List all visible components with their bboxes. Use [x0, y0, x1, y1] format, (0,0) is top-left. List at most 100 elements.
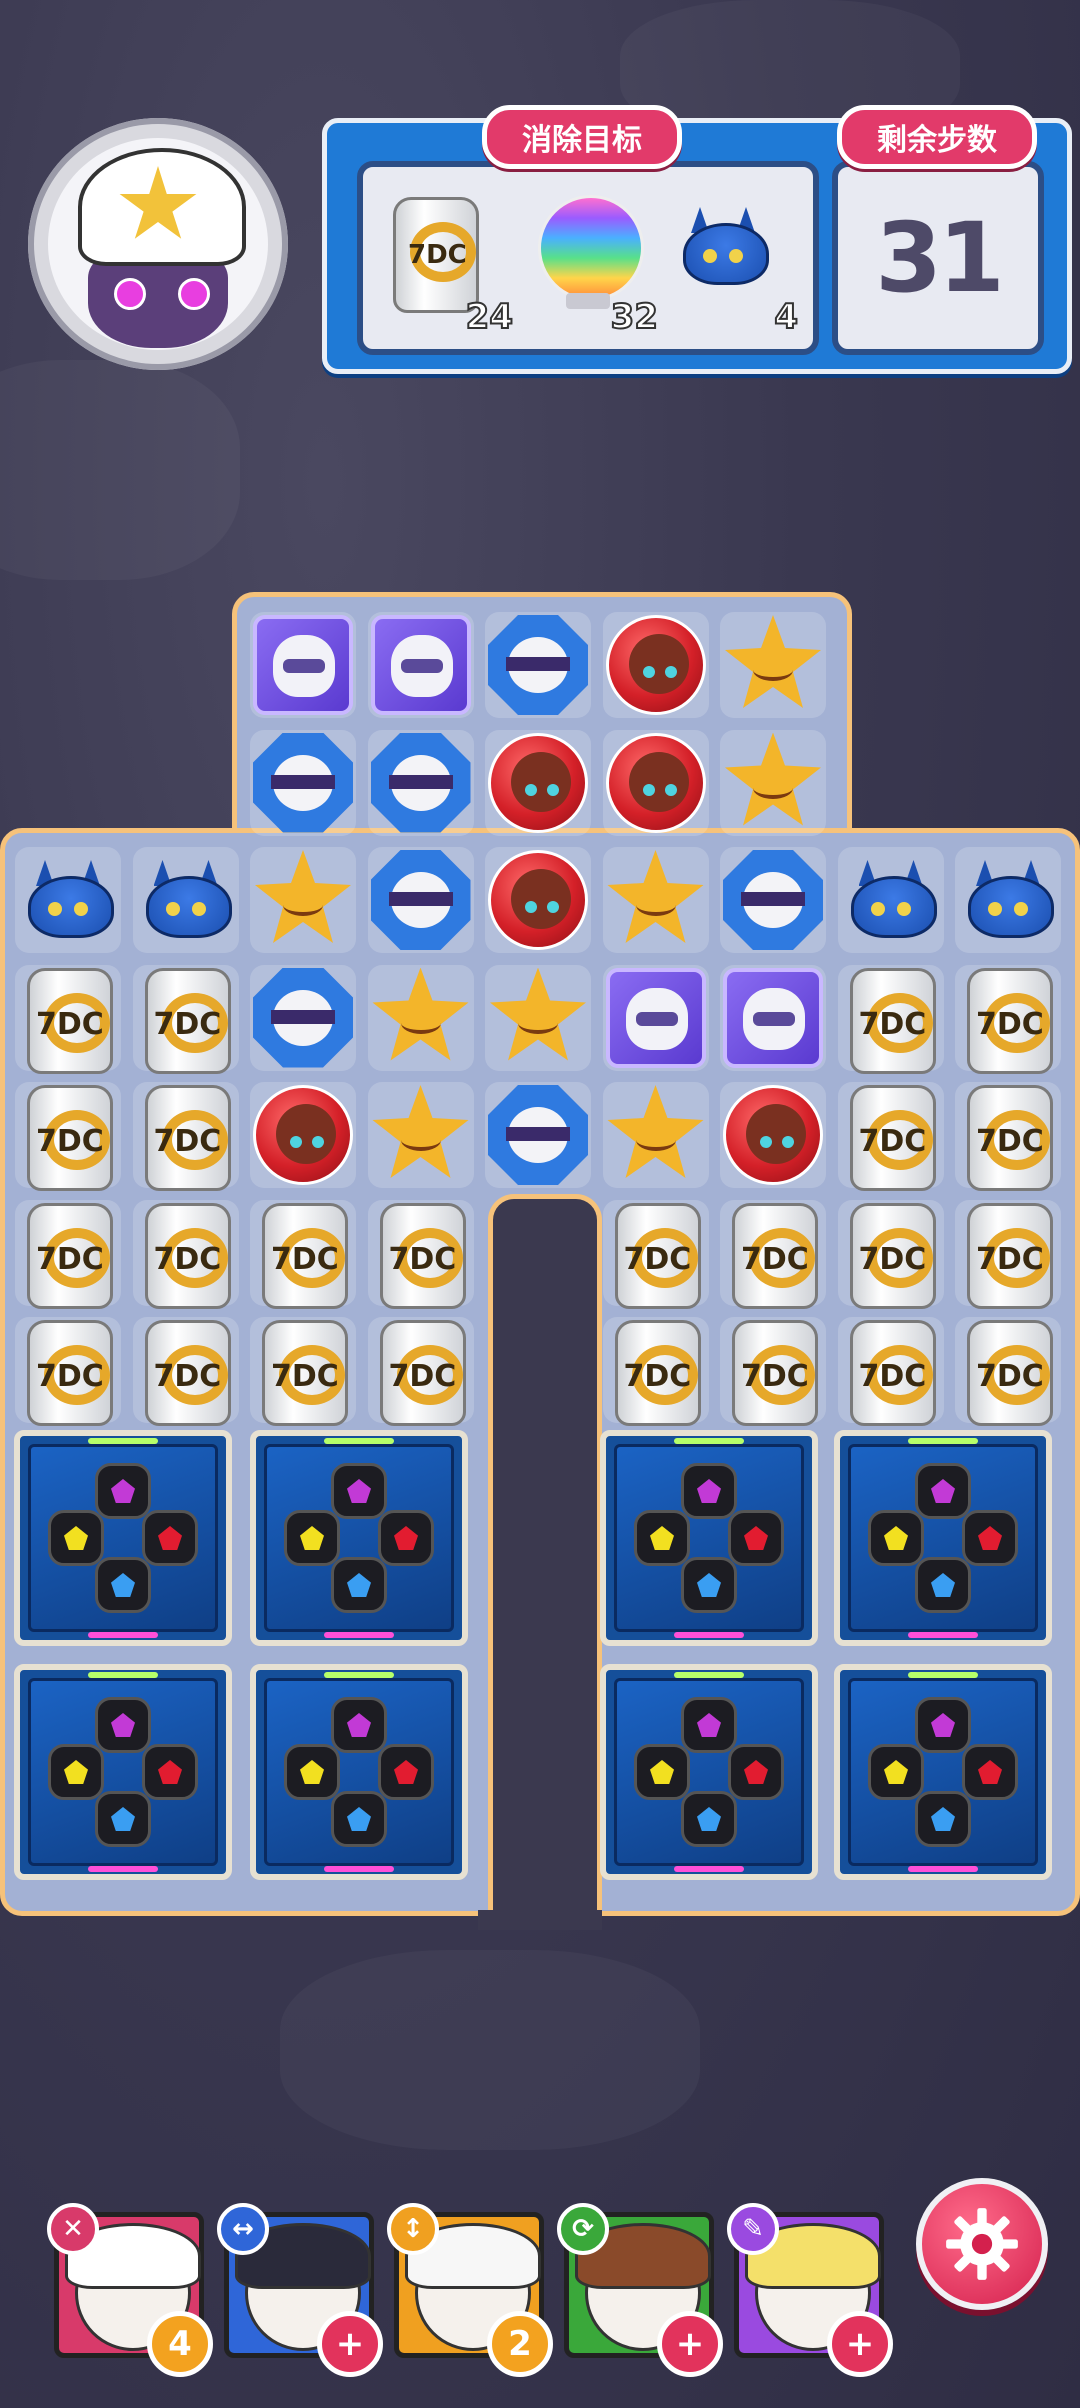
board-cell[interactable]	[132, 847, 239, 953]
board-cell[interactable]: 7DC	[250, 1317, 356, 1426]
gamepad-icon	[634, 1463, 784, 1613]
board-gap	[488, 1194, 602, 1929]
board-cell[interactable]: 7DC	[367, 1199, 474, 1309]
blue-crab-icon	[673, 197, 773, 297]
can-tile: 7DC	[27, 967, 113, 1074]
board-cell[interactable]: 7DC	[132, 1199, 239, 1309]
board-cell[interactable]	[250, 964, 356, 1071]
can-label: 7DC	[36, 1241, 104, 1277]
star-tile	[255, 850, 351, 943]
octagon-tile	[370, 850, 471, 950]
board-cell[interactable]: 7DC	[955, 1082, 1061, 1191]
board-cell[interactable]	[720, 729, 826, 836]
board-cell[interactable]	[485, 847, 591, 953]
gamepad-blocker[interactable]	[250, 1430, 468, 1646]
board-cell[interactable]: 7DC	[955, 964, 1061, 1074]
gamepad-blocker[interactable]	[600, 1430, 818, 1646]
can-tile: 7DC	[379, 1202, 466, 1309]
board-cell[interactable]: 7DC	[15, 964, 121, 1074]
board-cell[interactable]	[602, 1082, 709, 1188]
board-cell[interactable]: 7DC	[132, 964, 239, 1074]
gamepad-icon	[48, 1463, 198, 1613]
board-cell[interactable]: 7DC	[720, 1199, 826, 1309]
board-cell[interactable]	[485, 729, 591, 836]
board-cell[interactable]	[367, 612, 474, 718]
can-tile: 7DC	[144, 1320, 231, 1426]
purple-square-tile	[723, 967, 823, 1068]
board-cell[interactable]	[250, 847, 356, 953]
gamepad-blocker[interactable]	[834, 1664, 1052, 1880]
board-cell[interactable]	[485, 612, 591, 718]
board-cell[interactable]: 7DC	[837, 1317, 944, 1426]
gamepad-blocker[interactable]	[250, 1664, 468, 1880]
board-cell[interactable]	[720, 847, 826, 953]
board-cell[interactable]: 7DC	[837, 1082, 944, 1191]
board-cell[interactable]	[602, 847, 709, 953]
board-cell[interactable]: 7DC	[367, 1317, 474, 1426]
board-cell[interactable]	[602, 612, 709, 718]
board-cell[interactable]: 7DC	[15, 1082, 121, 1191]
star-tile	[725, 732, 821, 826]
board-cell[interactable]	[720, 964, 826, 1071]
board-cell[interactable]	[602, 964, 709, 1071]
board-cell[interactable]: 7DC	[837, 964, 944, 1074]
can-tile: 7DC	[262, 1320, 348, 1426]
board-cell[interactable]: 7DC	[15, 1199, 121, 1309]
player-avatar	[28, 118, 288, 370]
board-cell[interactable]	[15, 847, 121, 953]
plus-icon[interactable]: +	[827, 2311, 893, 2377]
can-tile: 7DC	[849, 1085, 936, 1191]
horizontal-arrows-icon: ↔	[217, 2203, 269, 2255]
visor-character-card[interactable]: ↔ +	[217, 2203, 383, 2377]
board-cell[interactable]	[602, 729, 709, 836]
board-cell[interactable]	[485, 964, 591, 1071]
board-cell[interactable]: 7DC	[955, 1199, 1061, 1309]
board-cell[interactable]	[367, 847, 474, 953]
board-cell[interactable]	[367, 1082, 474, 1188]
board-cell[interactable]: 7DC	[602, 1317, 709, 1426]
board-cell[interactable]: 7DC	[15, 1317, 121, 1426]
board-cell[interactable]	[367, 964, 474, 1071]
gamepad-icon	[48, 1697, 198, 1847]
crab-goal-count: 4	[773, 296, 799, 338]
board-cell[interactable]: 7DC	[602, 1199, 709, 1309]
board-cell[interactable]	[720, 612, 826, 718]
board-cell[interactable]: 7DC	[720, 1317, 826, 1426]
gamepad-icon	[284, 1697, 434, 1847]
can-label: 7DC	[388, 1359, 457, 1394]
can-label: 7DC	[153, 1241, 222, 1277]
brown-hair-character-card[interactable]: ⟳ +	[557, 2203, 723, 2377]
board-cell[interactable]	[485, 1082, 591, 1188]
board-cell[interactable]	[250, 1082, 356, 1188]
white-hair-character-card[interactable]: ↕ 2	[387, 2203, 553, 2377]
red-circle-tile	[723, 1085, 823, 1185]
board-cell[interactable]: 7DC	[955, 1317, 1061, 1426]
board-cell[interactable]	[955, 847, 1061, 953]
board-cell[interactable]	[250, 612, 356, 718]
settings-button[interactable]	[916, 2178, 1048, 2310]
can-icon: 7DC	[393, 197, 479, 313]
can-label: 7DC	[741, 1241, 809, 1277]
board-cell[interactable]	[367, 729, 474, 836]
red-circle-tile	[605, 732, 706, 833]
gamepad-blocker[interactable]	[600, 1664, 818, 1880]
board-cell[interactable]: 7DC	[837, 1199, 944, 1309]
vertical-arrows-icon: ↕	[387, 2203, 439, 2255]
remaining-steps-value: 31	[875, 202, 1005, 314]
board-cell[interactable]: 7DC	[132, 1317, 239, 1426]
gamepad-blocker[interactable]	[14, 1430, 232, 1646]
star-hat-character-card[interactable]: ✕ 4	[47, 2203, 213, 2377]
board-cell[interactable]: 7DC	[132, 1082, 239, 1191]
board-cell[interactable]	[720, 1082, 826, 1188]
board-cell[interactable]	[250, 729, 356, 836]
gamepad-blocker[interactable]	[834, 1430, 1052, 1646]
gamepad-blocker[interactable]	[14, 1664, 232, 1880]
can-tile: 7DC	[849, 967, 936, 1074]
can-tile: 7DC	[967, 1320, 1053, 1426]
plus-icon[interactable]: +	[657, 2311, 723, 2377]
plus-icon[interactable]: +	[317, 2311, 383, 2377]
blonde-character-card[interactable]: ✎ +	[727, 2203, 893, 2377]
can-tile: 7DC	[849, 1202, 936, 1309]
board-cell[interactable]: 7DC	[250, 1199, 356, 1309]
board-cell[interactable]	[837, 847, 944, 953]
